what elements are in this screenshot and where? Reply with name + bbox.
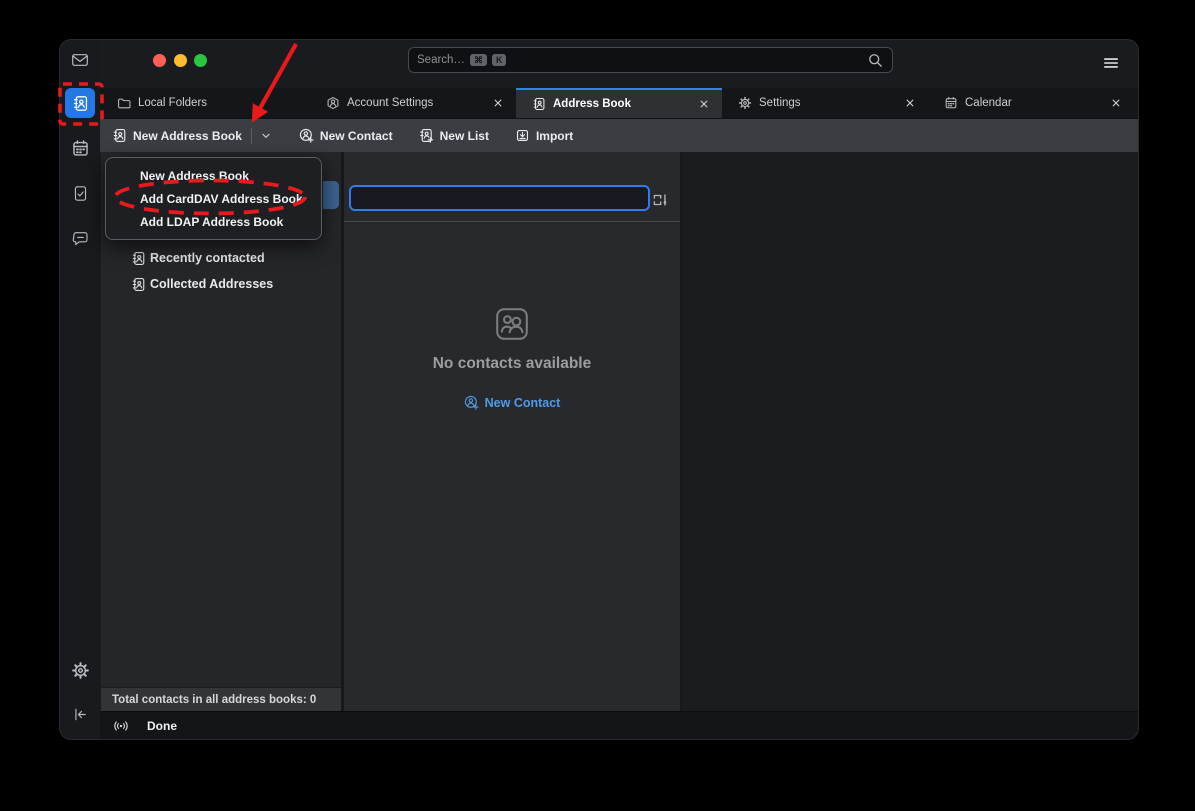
person-plus-icon xyxy=(464,395,479,410)
search-icon xyxy=(867,52,884,69)
space-settings-button[interactable] xyxy=(65,655,95,685)
folder-icon xyxy=(117,96,131,110)
close-tab-button[interactable] xyxy=(490,95,506,111)
mail-icon xyxy=(70,50,90,70)
empty-state-title: No contacts available xyxy=(433,355,592,373)
address-book-toolbar: New Address Book New Contact New List Im… xyxy=(100,118,1138,152)
display-options-icon xyxy=(651,191,669,209)
tab-label: Account Settings xyxy=(347,97,433,109)
person-plus-icon xyxy=(299,128,314,143)
address-book-icon xyxy=(131,277,146,292)
total-contacts-footer: Total contacts in all address books: 0 xyxy=(101,687,341,712)
calendar-icon xyxy=(71,139,90,158)
book-row-label: Recently contacted xyxy=(150,251,265,265)
tab-settings[interactable]: Settings xyxy=(722,88,928,118)
address-book-icon xyxy=(131,251,146,266)
calendar-icon xyxy=(944,96,958,110)
screen: { "annotation_color": "#e81a1c", "colors… xyxy=(0,0,1195,811)
new-contact-link[interactable]: New Contact xyxy=(464,395,561,410)
space-tasks-button[interactable] xyxy=(65,178,95,208)
tab-label: Settings xyxy=(759,97,801,109)
new-address-book-dropdown-menu: New Address Book Add CardDAV Address Boo… xyxy=(105,157,322,240)
new-address-book-label: New Address Book xyxy=(133,129,242,143)
book-row-collected-addresses[interactable]: Collected Addresses xyxy=(101,271,337,297)
import-label: Import xyxy=(536,129,573,143)
contacts-list-pane: No contacts available New Contact xyxy=(344,152,680,712)
address-book-icon xyxy=(112,128,127,143)
contacts-list-header xyxy=(344,152,680,222)
chat-icon xyxy=(71,229,90,248)
thunderbird-window: Search… ⌘ K Local Folders Account Settin… xyxy=(60,40,1138,739)
tab-calendar[interactable]: Calendar xyxy=(928,88,1134,118)
space-mail-button[interactable] xyxy=(65,45,95,75)
close-icon xyxy=(698,98,710,110)
close-tab-button[interactable] xyxy=(1108,95,1124,111)
address-book-icon xyxy=(72,95,89,112)
tasks-icon xyxy=(71,184,90,203)
empty-contacts-state: No contacts available New Contact xyxy=(344,307,680,410)
gear-icon xyxy=(71,661,90,680)
new-list-button[interactable]: New List xyxy=(419,128,489,143)
gear-icon xyxy=(738,96,752,110)
collapse-spaces-button[interactable] xyxy=(65,699,95,729)
new-address-book-split-button[interactable]: New Address Book xyxy=(112,128,273,144)
new-contact-label: New Contact xyxy=(320,129,393,143)
search-placeholder: Search… xyxy=(417,54,465,66)
import-button[interactable]: Import xyxy=(515,128,573,143)
import-icon xyxy=(515,128,530,143)
new-contact-button[interactable]: New Contact xyxy=(299,128,393,143)
shortcut-modifier-key: ⌘ xyxy=(470,54,487,66)
tab-local-folders[interactable]: Local Folders xyxy=(101,88,310,118)
spaces-toolbar xyxy=(60,40,100,739)
display-options-button[interactable] xyxy=(650,190,670,210)
menu-icon xyxy=(1102,54,1120,72)
menu-item-add-ldap-address-book[interactable]: Add LDAP Address Book xyxy=(106,210,321,233)
zoom-window-button[interactable] xyxy=(194,54,207,67)
titlebar: Search… ⌘ K xyxy=(100,40,1138,88)
global-search-field[interactable]: Search… ⌘ K xyxy=(408,47,893,73)
status-text: Done xyxy=(147,719,177,733)
tab-label: Calendar xyxy=(965,97,1012,109)
tab-label: Local Folders xyxy=(138,97,207,109)
book-row-recently-contacted[interactable]: Recently contacted xyxy=(101,245,337,271)
contacts-card-icon xyxy=(495,307,529,341)
total-contacts-text: Total contacts in all address books: 0 xyxy=(112,694,316,706)
book-row-label: Collected Addresses xyxy=(150,277,273,291)
address-book-icon xyxy=(532,97,546,111)
split-button-divider xyxy=(251,128,252,144)
close-tab-button[interactable] xyxy=(696,96,712,112)
status-bar: Done xyxy=(100,711,1138,739)
shortcut-k-key: K xyxy=(492,54,507,66)
broadcast-icon xyxy=(112,717,130,735)
tab-bar: Local Folders Account Settings Address B… xyxy=(100,88,1138,118)
minimize-window-button[interactable] xyxy=(174,54,187,67)
close-window-button[interactable] xyxy=(153,54,166,67)
address-book-plus-icon xyxy=(419,128,434,143)
new-contact-link-label: New Contact xyxy=(485,396,561,410)
contact-details-pane xyxy=(682,152,1138,712)
space-calendar-button[interactable] xyxy=(65,133,95,163)
menu-item-add-carddav-address-book[interactable]: Add CardDAV Address Book xyxy=(106,187,321,210)
chevron-down-icon[interactable] xyxy=(259,129,273,143)
close-tab-button[interactable] xyxy=(902,95,918,111)
close-icon xyxy=(904,97,916,109)
new-list-label: New List xyxy=(440,129,489,143)
close-icon xyxy=(1110,97,1122,109)
contacts-search-input[interactable] xyxy=(349,185,650,211)
tab-label: Address Book xyxy=(553,98,631,110)
app-menu-button[interactable] xyxy=(1098,50,1124,76)
menu-item-new-address-book[interactable]: New Address Book xyxy=(106,164,321,187)
selected-address-book-row[interactable] xyxy=(323,181,339,209)
tab-address-book[interactable]: Address Book xyxy=(516,88,722,118)
space-address-book-button[interactable] xyxy=(65,88,95,118)
space-chat-button[interactable] xyxy=(65,223,95,253)
tab-account-settings[interactable]: Account Settings xyxy=(310,88,516,118)
collapse-sidebar-icon xyxy=(71,705,90,724)
close-icon xyxy=(492,97,504,109)
account-icon xyxy=(326,96,340,110)
